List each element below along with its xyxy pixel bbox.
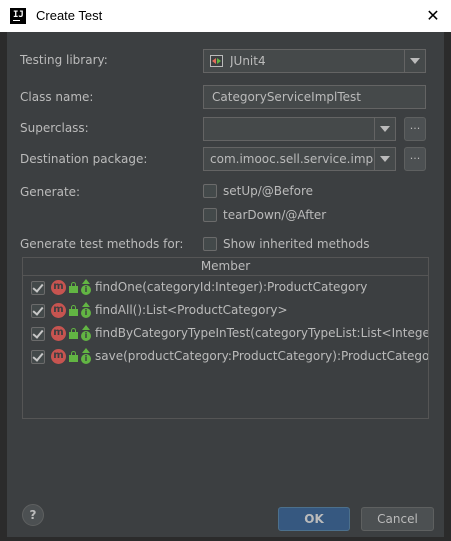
member-signature: findAll():List<ProductCategory> — [95, 303, 288, 317]
title-bar: IJ Create Test ✕ — [0, 0, 451, 32]
member-column-header[interactable]: Member — [23, 258, 428, 276]
member-checkbox[interactable] — [31, 350, 45, 364]
generate-label: Generate: — [20, 185, 81, 199]
member-signature: save(productCategory:ProductCategory):Pr… — [95, 349, 428, 363]
member-checkbox[interactable] — [31, 327, 45, 341]
lock-icon — [69, 351, 78, 363]
chevron-down-icon[interactable] — [410, 58, 420, 64]
table-row[interactable]: m i findByCategoryTypeInTest(categoryTyp… — [23, 323, 428, 345]
background-left — [0, 32, 7, 541]
superclass-select[interactable] — [203, 117, 396, 141]
destination-package-select[interactable]: com.imooc.sell.service.impl — [203, 147, 396, 171]
destination-package-label: Destination package: — [20, 152, 148, 166]
lock-icon — [69, 305, 78, 317]
show-inherited-checkbox[interactable] — [203, 237, 217, 251]
intellij-logo-icon: IJ — [10, 8, 26, 24]
junit-icon — [210, 55, 223, 67]
close-icon[interactable]: ✕ — [415, 0, 451, 32]
teardown-checkbox[interactable] — [203, 208, 217, 222]
method-icon: m — [51, 349, 66, 364]
destination-package-value: com.imooc.sell.service.impl — [210, 152, 375, 166]
chevron-down-icon[interactable] — [380, 126, 390, 132]
show-inherited-label[interactable]: Show inherited methods — [223, 237, 370, 251]
chevron-down-icon[interactable] — [380, 156, 390, 162]
member-signature: findByCategoryTypeInTest(categoryTypeLis… — [95, 326, 428, 340]
generate-methods-label: Generate test methods for: — [20, 237, 184, 251]
window-title: Create Test — [36, 8, 103, 23]
superclass-browse-button[interactable]: ... — [404, 117, 426, 141]
method-icon: m — [51, 280, 66, 295]
testing-library-value: JUnit4 — [230, 54, 266, 68]
teardown-label[interactable]: tearDown/@After — [223, 208, 326, 222]
lock-icon — [69, 282, 78, 294]
table-row[interactable]: m i save(productCategory:ProductCategory… — [23, 346, 428, 368]
class-name-input[interactable]: CategoryServiceImplTest — [203, 85, 426, 109]
superclass-label: Superclass: — [20, 121, 89, 135]
class-name-value: CategoryServiceImplTest — [212, 90, 361, 104]
members-table: Member m i findOne(categoryId:Integer):P… — [22, 257, 429, 419]
ok-button[interactable]: OK — [278, 507, 350, 531]
member-signature: findOne(categoryId:Integer):ProductCateg… — [95, 280, 368, 294]
table-row[interactable]: m i findAll():List<ProductCategory> — [23, 300, 428, 322]
lock-icon — [69, 328, 78, 340]
method-icon: m — [51, 326, 66, 341]
implements-icon: i — [81, 302, 91, 319]
implements-icon: i — [81, 279, 91, 296]
member-checkbox[interactable] — [31, 281, 45, 295]
implements-icon: i — [81, 348, 91, 365]
table-row[interactable]: m i findOne(categoryId:Integer):ProductC… — [23, 277, 428, 299]
cancel-button[interactable]: Cancel — [361, 507, 434, 531]
help-button[interactable]: ? — [22, 504, 44, 526]
testing-library-select[interactable]: JUnit4 — [203, 49, 426, 73]
testing-library-label: Testing library: — [20, 53, 108, 67]
member-checkbox[interactable] — [31, 304, 45, 318]
setup-label[interactable]: setUp/@Before — [223, 184, 313, 198]
method-icon: m — [51, 303, 66, 318]
setup-checkbox[interactable] — [203, 184, 217, 198]
class-name-label: Class name: — [20, 90, 94, 104]
background-right — [444, 32, 451, 541]
destination-browse-button[interactable]: ... — [404, 147, 426, 171]
implements-icon: i — [81, 325, 91, 342]
